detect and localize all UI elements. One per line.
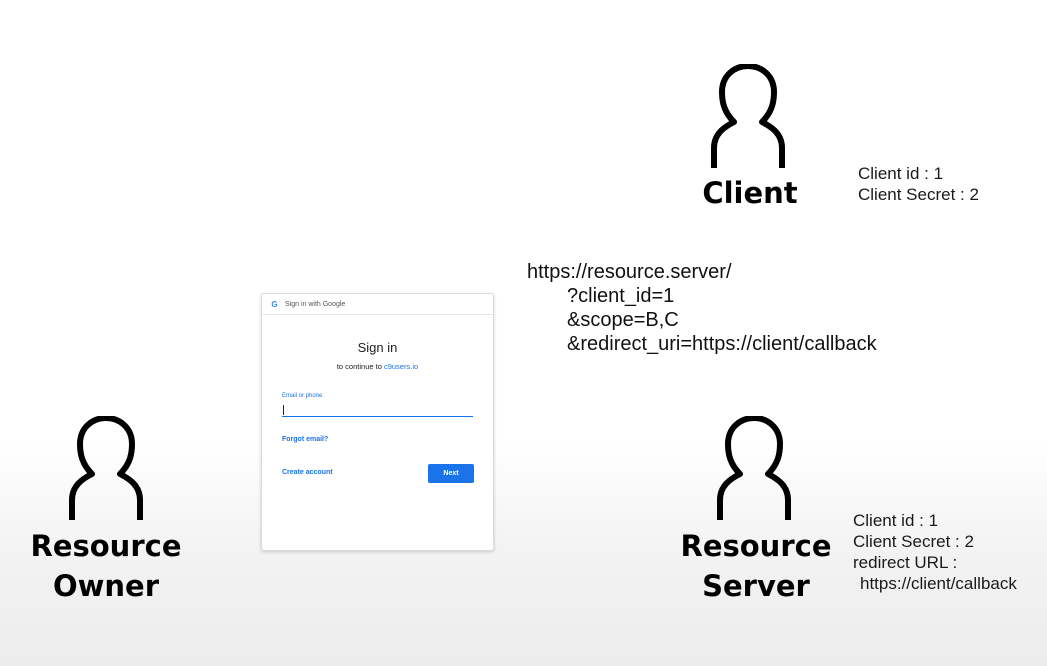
text-caret [283, 405, 284, 415]
client-id-text: Client id : 1 [858, 164, 944, 183]
server-client-secret-text: Client Secret : 2 [853, 532, 974, 551]
auth-url-scope: &scope=B,C [567, 309, 679, 331]
resource-owner-person-icon [64, 416, 148, 522]
create-account-link[interactable]: Create account [282, 469, 333, 476]
client-label: Client [690, 173, 810, 213]
resource-owner-label-line2: Owner [52, 569, 160, 603]
resource-owner-label: Resource Owner [20, 526, 192, 606]
signin-heading: Sign in [357, 340, 398, 355]
auth-url-redirect: &redirect_uri=https://client/callback [567, 333, 877, 355]
server-redirect-value: https://client/callback [860, 574, 1017, 593]
auth-url-base: https://resource.server/ [527, 261, 732, 283]
signin-bar-text: Sign in with Google [285, 300, 346, 308]
next-button[interactable]: Next [428, 464, 474, 483]
signin-subtitle-prefix: to continue to [336, 362, 384, 371]
auth-url: https://resource.server/ ?client_id=1 &s… [527, 260, 877, 356]
resource-server-person-icon [712, 416, 796, 522]
client-info: Client id : 1 Client Secret : 2 [858, 163, 979, 205]
server-client-id-text: Client id : 1 [853, 511, 939, 530]
client-person-icon [706, 64, 790, 170]
email-field-label: Email or phone [282, 393, 323, 399]
auth-url-client-id: ?client_id=1 [567, 285, 675, 307]
server-redirect-label: redirect URL : [853, 553, 958, 572]
client-secret-text: Client Secret : 2 [858, 185, 979, 204]
resource-server-label-line1: Resource [680, 529, 832, 563]
resource-server-label: Resource Server [670, 526, 842, 606]
google-signin-window: G Sign in with Google Sign in to continu… [261, 293, 494, 551]
signin-subtitle-link[interactable]: c9users.io [384, 362, 418, 371]
resource-server-info: Client id : 1 Client Secret : 2 redirect… [853, 510, 1017, 594]
client-label-text: Client [702, 176, 798, 210]
signin-title-bar: G Sign in with Google [262, 294, 493, 315]
google-logo-icon: G [271, 299, 278, 309]
signin-subtitle: to continue to c9users.io [262, 362, 493, 371]
forgot-email-link[interactable]: Forgot email? [282, 436, 328, 443]
email-input[interactable] [282, 402, 473, 417]
resource-server-label-line2: Server [702, 569, 810, 603]
resource-owner-label-line1: Resource [30, 529, 182, 563]
